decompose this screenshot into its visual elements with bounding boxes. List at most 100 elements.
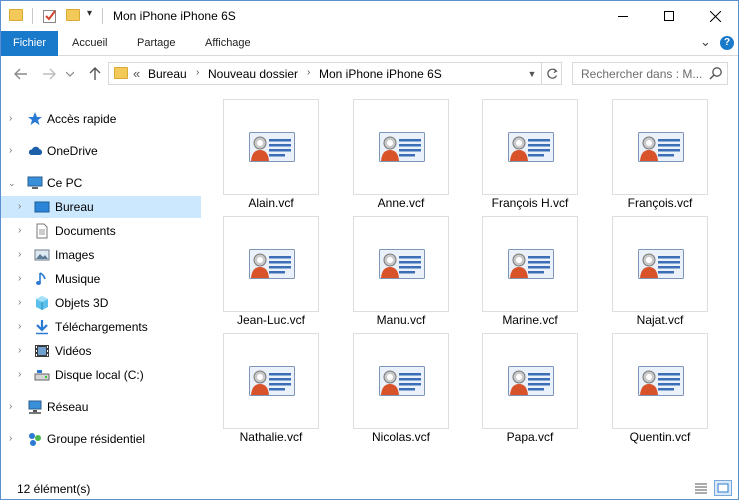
sidebar-item-label: Bureau	[55, 200, 94, 214]
file-item[interactable]: Nathalie.vcf	[223, 333, 319, 445]
sidebar-item-documents[interactable]: › Documents	[1, 220, 201, 242]
refresh-button[interactable]	[541, 63, 561, 84]
sidebar-item-onedrive[interactable]: › OneDrive	[1, 140, 201, 162]
file-thumbnail[interactable]	[223, 216, 319, 312]
chevron-right-icon[interactable]: ›	[18, 202, 28, 212]
file-name: Anne.vcf	[377, 196, 425, 210]
explorer-window: ▾ Mon iPhone iPhone 6S Fichier Accueil P…	[0, 0, 739, 500]
file-thumbnail[interactable]	[482, 333, 578, 429]
sidebar-item-label: Ce PC	[47, 176, 83, 190]
sidebar-item-acces-rapide[interactable]: › Accès rapide	[1, 108, 201, 130]
file-item[interactable]: Quentin.vcf	[612, 333, 708, 445]
contact-card-icon	[249, 249, 295, 279]
back-button[interactable]	[11, 65, 31, 83]
maximize-button[interactable]	[646, 1, 692, 31]
file-item[interactable]: Nicolas.vcf	[353, 333, 449, 445]
file-item[interactable]: Marine.vcf	[482, 216, 578, 328]
properties-checkmark-icon[interactable]	[42, 8, 58, 24]
sidebar-item-label: Accès rapide	[47, 112, 117, 126]
file-thumbnail[interactable]	[482, 216, 578, 312]
large-icons-view-button[interactable]	[714, 480, 732, 496]
chevron-right-icon[interactable]: ›	[9, 114, 19, 124]
sidebar-item-telechargements[interactable]: › Téléchargements	[1, 316, 201, 338]
file-item[interactable]: Alain.vcf	[223, 99, 319, 211]
address-bar[interactable]: « Bureau › Nouveau dossier › Mon iPhone …	[108, 62, 562, 85]
chevron-right-icon[interactable]: ›	[18, 250, 28, 260]
file-item[interactable]: Papa.vcf	[482, 333, 578, 445]
tab-accueil[interactable]: Accueil	[58, 31, 121, 56]
sidebar-item-bureau[interactable]: › Bureau	[1, 196, 201, 218]
homegroup-icon	[29, 433, 41, 446]
breadcrumb-overflow[interactable]: «	[133, 66, 140, 81]
chevron-right-icon[interactable]: ›	[196, 67, 199, 78]
file-thumbnail[interactable]	[353, 99, 449, 195]
file-thumbnail[interactable]	[612, 216, 708, 312]
sidebar-item-disque-local[interactable]: › Disque local (C:)	[1, 364, 201, 386]
help-icon[interactable]: ?	[720, 36, 734, 50]
sidebar-item-ce-pc[interactable]: ⌄ Ce PC	[1, 172, 201, 194]
search-icon[interactable]	[709, 66, 723, 80]
file-item[interactable]: Najat.vcf	[612, 216, 708, 328]
chevron-right-icon[interactable]: ›	[9, 146, 19, 156]
details-view-button[interactable]	[692, 480, 710, 496]
chevron-right-icon[interactable]: ›	[18, 346, 28, 356]
forward-button[interactable]	[39, 65, 59, 83]
file-thumbnail[interactable]	[223, 333, 319, 429]
file-item[interactable]: Anne.vcf	[353, 99, 449, 211]
file-name: François.vcf	[627, 196, 693, 210]
expand-ribbon-icon[interactable]: ⌄	[700, 34, 711, 50]
search-input[interactable]	[573, 63, 707, 84]
file-item[interactable]: François H.vcf	[482, 99, 578, 211]
file-thumbnail[interactable]	[353, 333, 449, 429]
file-name: Alain.vcf	[248, 196, 294, 210]
close-button[interactable]	[692, 1, 738, 31]
breadcrumb-nouveau-dossier[interactable]: Nouveau dossier	[208, 67, 298, 81]
search-box[interactable]	[572, 62, 728, 85]
chevron-right-icon[interactable]: ›	[18, 370, 28, 380]
file-item[interactable]: Jean-Luc.vcf	[223, 216, 319, 328]
up-button[interactable]	[85, 65, 105, 83]
sidebar-item-reseau[interactable]: › Réseau	[1, 396, 201, 418]
sidebar-item-images[interactable]: › Images	[1, 244, 201, 266]
new-folder-icon[interactable]	[66, 9, 80, 21]
minimize-icon	[618, 16, 628, 17]
sidebar-item-label: Musique	[55, 272, 101, 286]
file-thumbnail[interactable]	[612, 99, 708, 195]
chevron-right-icon[interactable]: ›	[18, 298, 28, 308]
chevron-right-icon[interactable]: ›	[18, 322, 28, 332]
sidebar-item-musique[interactable]: › Musique	[1, 268, 201, 290]
documents-icon	[36, 223, 48, 239]
sidebar-item-objets-3d[interactable]: › Objets 3D	[1, 292, 201, 314]
recent-locations-button[interactable]	[63, 65, 77, 83]
minimize-button[interactable]	[600, 1, 646, 31]
chevron-down-icon[interactable]: ⌄	[8, 178, 18, 188]
sidebar-item-label: Images	[55, 248, 95, 262]
computer-icon	[27, 176, 43, 189]
chevron-right-icon[interactable]: ›	[9, 402, 19, 412]
contact-card-icon	[508, 132, 554, 162]
file-item[interactable]: François.vcf	[612, 99, 708, 211]
sidebar-item-videos[interactable]: › Vidéos	[1, 340, 201, 362]
file-thumbnail[interactable]	[612, 333, 708, 429]
sidebar-item-groupe-residentiel[interactable]: › Groupe résidentiel	[1, 428, 201, 450]
chevron-down-icon	[66, 71, 74, 77]
file-thumbnail[interactable]	[482, 99, 578, 195]
separator	[102, 8, 103, 24]
address-dropdown-icon[interactable]: ▼	[523, 63, 541, 84]
file-thumbnail[interactable]	[353, 216, 449, 312]
navigation-bar: « Bureau › Nouveau dossier › Mon iPhone …	[1, 57, 738, 91]
breadcrumb-bureau[interactable]: Bureau	[148, 67, 187, 81]
chevron-right-icon[interactable]: ›	[307, 67, 310, 78]
chevron-right-icon[interactable]: ›	[18, 226, 28, 236]
tab-fichier[interactable]: Fichier	[1, 31, 58, 56]
breadcrumb-current[interactable]: Mon iPhone iPhone 6S	[319, 67, 442, 81]
file-thumbnail[interactable]	[223, 99, 319, 195]
maximize-icon	[664, 11, 674, 21]
tab-affichage[interactable]: Affichage	[191, 31, 265, 56]
cube-3d-icon	[36, 296, 48, 310]
tab-partage[interactable]: Partage	[123, 31, 190, 56]
file-item[interactable]: Manu.vcf	[353, 216, 449, 328]
chevron-right-icon[interactable]: ›	[9, 434, 19, 444]
quick-access-dropdown-icon[interactable]: ▾	[87, 8, 92, 19]
chevron-right-icon[interactable]: ›	[18, 274, 28, 284]
